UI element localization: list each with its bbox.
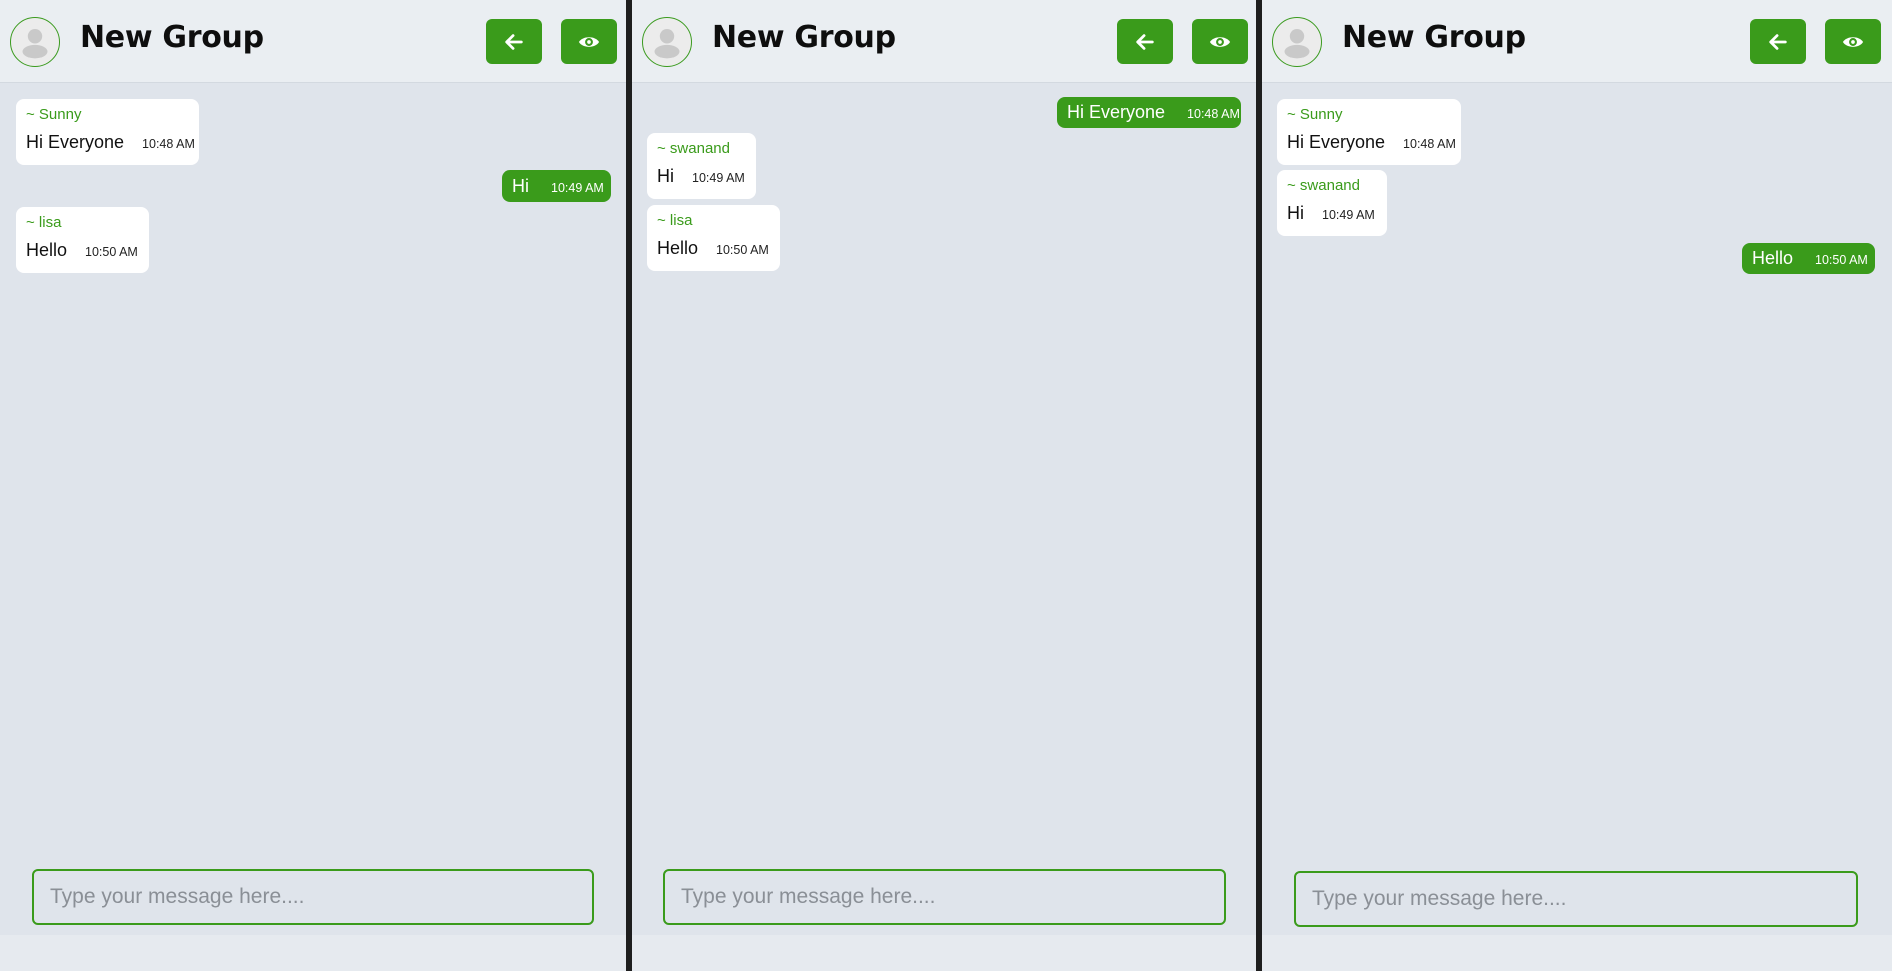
user-placeholder-icon <box>22 29 48 59</box>
message-text: Hello <box>657 238 699 258</box>
chat-window-2: New Group Hi Everyone 10:48 AM ~ swanand… <box>632 0 1256 971</box>
message-time: 10:50 AM <box>85 245 138 259</box>
eye-icon <box>578 36 600 47</box>
message-sender: ~ swanand <box>657 140 730 157</box>
eye-icon <box>1209 36 1231 47</box>
view-group-button[interactable] <box>561 19 617 64</box>
message-text: Hello <box>1752 248 1794 268</box>
group-title: New Group <box>1342 20 1526 55</box>
arrow-left-icon <box>1769 33 1787 50</box>
message-time: 10:48 AM <box>1403 137 1456 151</box>
message-sender: ~ lisa <box>657 212 693 229</box>
message-text: Hi Everyone <box>26 132 125 152</box>
group-avatar[interactable] <box>10 17 60 67</box>
message-sender: ~ Sunny <box>26 106 82 123</box>
chat-window-3: New Group ~ Sunny Hi Everyone 10:48 AM ~… <box>1262 0 1892 971</box>
message-text: Hi <box>1287 203 1304 223</box>
arrow-left-icon <box>505 33 523 50</box>
message-sender: ~ swanand <box>1287 177 1360 194</box>
message-text: Hello <box>26 240 68 260</box>
user-placeholder-icon <box>654 29 680 59</box>
message-time: 10:50 AM <box>1815 253 1868 267</box>
message-incoming: ~ Sunny Hi Everyone 10:48 AM <box>16 99 199 165</box>
message-input[interactable] <box>32 869 594 925</box>
group-avatar[interactable] <box>642 17 692 67</box>
message-outgoing: Hi 10:49 AM <box>502 170 611 202</box>
message-input[interactable] <box>1294 871 1858 927</box>
back-button[interactable] <box>486 19 542 64</box>
back-button[interactable] <box>1750 19 1806 64</box>
message-sender: ~ lisa <box>26 214 62 231</box>
message-incoming: ~ Sunny Hi Everyone 10:48 AM <box>1277 99 1461 165</box>
message-incoming: ~ lisa Hello 10:50 AM <box>647 205 780 271</box>
composer-bar <box>632 935 1256 971</box>
group-title: New Group <box>712 20 896 55</box>
group-avatar[interactable] <box>1272 17 1322 67</box>
message-time: 10:49 AM <box>551 180 604 195</box>
chat-header: New Group <box>1262 0 1892 83</box>
message-time: 10:48 AM <box>142 137 195 151</box>
eye-icon <box>1842 36 1864 47</box>
message-incoming: ~ swanand Hi 10:49 AM <box>647 133 756 199</box>
chat-window-1: New Group ~ Sunny Hi Everyone 10:48 AM H… <box>0 0 626 971</box>
message-outgoing: Hi Everyone 10:48 AM <box>1057 97 1241 128</box>
group-title: New Group <box>80 20 264 55</box>
message-sender: ~ Sunny <box>1287 106 1343 123</box>
message-text: Hi <box>657 166 674 186</box>
message-time: 10:49 AM <box>692 171 745 185</box>
composer-bar <box>0 935 626 971</box>
message-time: 10:50 AM <box>716 243 769 257</box>
back-button[interactable] <box>1117 19 1173 64</box>
view-group-button[interactable] <box>1825 19 1881 64</box>
message-time: 10:49 AM <box>1322 208 1375 222</box>
message-input[interactable] <box>663 869 1226 925</box>
chat-header: New Group <box>0 0 626 83</box>
message-time: 10:48 AM <box>1187 107 1240 121</box>
arrow-left-icon <box>1136 33 1154 50</box>
message-incoming: ~ lisa Hello 10:50 AM <box>16 207 149 273</box>
chat-header: New Group <box>632 0 1256 83</box>
message-text: Hi Everyone <box>1287 132 1386 152</box>
user-placeholder-icon <box>1284 29 1310 59</box>
composer-bar <box>1262 935 1892 971</box>
view-group-button[interactable] <box>1192 19 1248 64</box>
message-outgoing: Hello 10:50 AM <box>1742 243 1875 274</box>
message-text: Hi <box>512 175 529 196</box>
message-incoming: ~ swanand Hi 10:49 AM <box>1277 170 1387 236</box>
message-text: Hi Everyone <box>1067 102 1166 122</box>
